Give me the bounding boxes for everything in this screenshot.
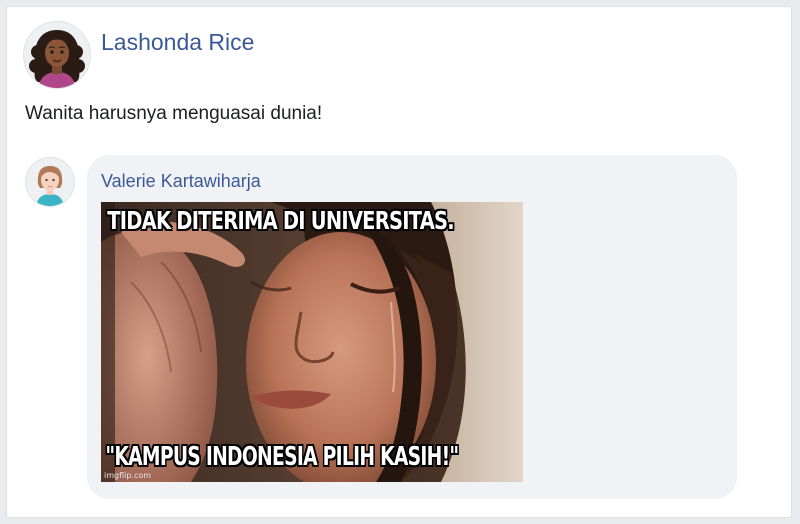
post-card: Lashonda Rice Wanita harusnya menguasai … bbox=[6, 6, 792, 518]
meme-bottom-text: "KAMPUS INDONESIA PILIH KASIH!" bbox=[105, 442, 459, 472]
meme-watermark: imgflip.com bbox=[104, 471, 152, 480]
comment-bubble: Valerie Kartawiharja TIDAK DITERIMA DI U… bbox=[87, 155, 737, 499]
meme-top-text: TIDAK DITERIMA DI UNIVERSITAS. bbox=[107, 206, 454, 235]
comment-author-name[interactable]: Valerie Kartawiharja bbox=[101, 171, 261, 192]
woman-avatar-icon bbox=[36, 166, 64, 206]
post-author-name[interactable]: Lashonda Rice bbox=[101, 29, 254, 56]
post-text: Wanita harusnya menguasai dunia! bbox=[25, 103, 323, 124]
meme-image[interactable]: TIDAK DITERIMA DI UNIVERSITAS. "KAMPUS I… bbox=[101, 202, 523, 482]
author-avatar[interactable] bbox=[23, 21, 91, 89]
crying-woman-image bbox=[101, 202, 523, 482]
woman-avatar-icon bbox=[29, 30, 85, 88]
commenter-avatar[interactable] bbox=[25, 157, 75, 207]
